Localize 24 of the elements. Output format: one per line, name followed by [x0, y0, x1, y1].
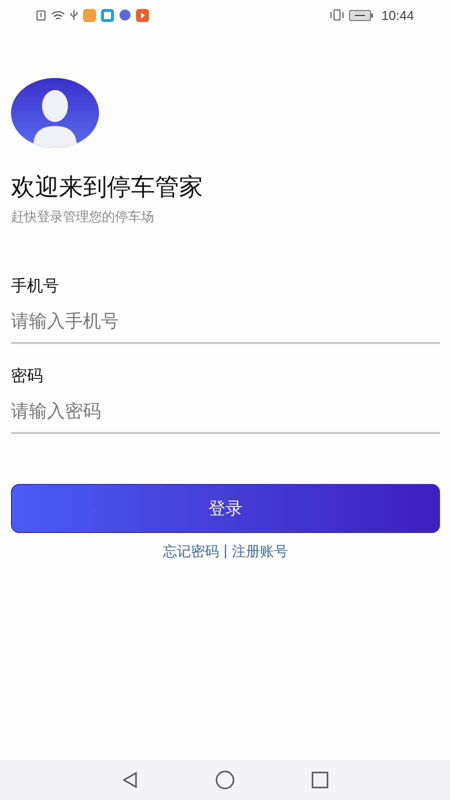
register-link[interactable]: 注册账号 — [232, 543, 288, 561]
wifi-icon — [51, 10, 65, 20]
back-icon[interactable] — [121, 771, 139, 789]
subtitle: 赶快登录管理您的停车场 — [11, 209, 155, 226]
vibrate-icon — [330, 9, 344, 21]
status-time: 10:44 — [381, 8, 414, 22]
input-field[interactable]: 请输入手机号 — [11, 307, 440, 344]
login-button[interactable]: 登录 — [11, 484, 440, 533]
app-icon — [101, 8, 114, 22]
field-label: 密码 — [11, 366, 44, 387]
play-icon — [136, 8, 149, 22]
welcome-title: 欢迎来到停车管家 — [11, 172, 204, 202]
battery-icon — [349, 10, 374, 20]
usb-icon — [70, 9, 78, 21]
avatar-icon — [11, 78, 99, 148]
recents-icon[interactable] — [311, 771, 329, 789]
app-icon — [83, 8, 96, 22]
input-field[interactable]: 请输入密码 — [11, 397, 440, 434]
forgot-password-link[interactable]: 忘记密码 — [163, 543, 220, 561]
music-icon — [119, 9, 131, 21]
home-icon[interactable] — [215, 770, 235, 790]
separator: | — [223, 543, 228, 561]
alert-icon — [36, 10, 46, 20]
field-label: 手机号 — [11, 276, 60, 297]
